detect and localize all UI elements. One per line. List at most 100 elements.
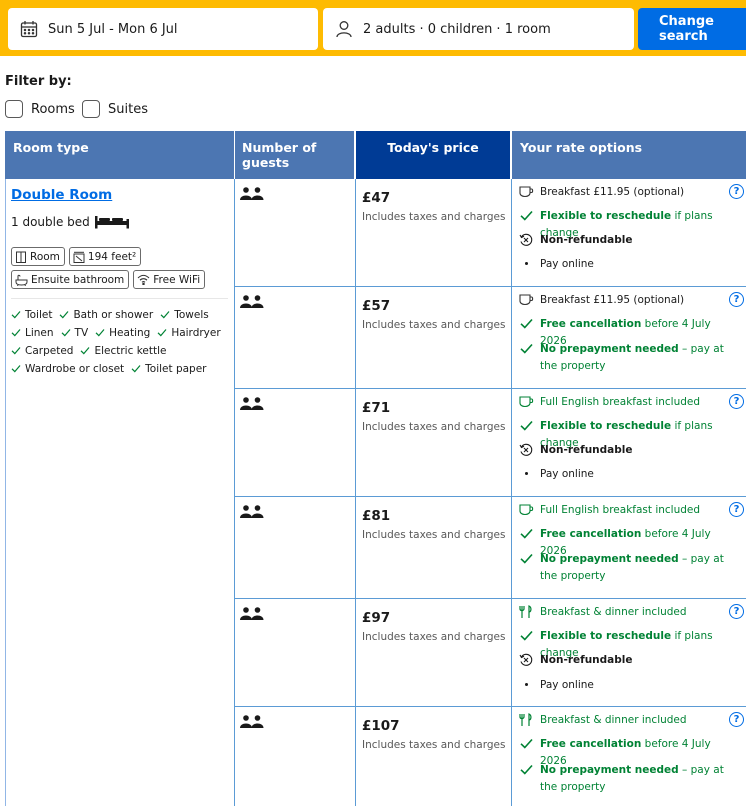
check-icon <box>518 736 534 751</box>
two-guests-icon <box>240 397 264 410</box>
price-cell: £57 Includes taxes and charges <box>356 287 512 388</box>
search-bar: Sun 5 Jul - Mon 6 Jul 2 adults · 0 child… <box>0 0 746 56</box>
guests-cell <box>235 389 356 496</box>
payment-option: Pay online <box>518 466 740 483</box>
meal-option: Breakfast £11.95 (optional) <box>518 292 740 309</box>
rate-options-cell: Breakfast & dinner included ? Free cance… <box>512 707 746 806</box>
check-icon <box>518 316 534 331</box>
rooms-checkbox[interactable] <box>5 100 23 118</box>
table-row: £97 Includes taxes and charges Breakfast… <box>235 599 746 707</box>
amenity-item: Toilet paper <box>131 361 207 376</box>
room-type-cell: Double Room 1 double bed Room 194 feet² … <box>5 179 235 806</box>
bathroom-icon <box>15 274 28 286</box>
chip-free-wifi: Free WiFi <box>133 270 206 289</box>
filter-suites[interactable]: Suites <box>82 100 148 118</box>
coffee-cup-icon <box>518 292 534 307</box>
price-value: £97 <box>362 610 391 626</box>
check-icon <box>518 628 534 643</box>
amenities-list: Toilet Bath or shower Towels Linen TV He… <box>11 307 231 376</box>
price-cell: £47 Includes taxes and charges <box>356 179 512 286</box>
room-name-link[interactable]: Double Room <box>11 187 112 203</box>
date-range-text: Sun 5 Jul - Mon 6 Jul <box>48 21 178 37</box>
price-value: £107 <box>362 718 400 734</box>
person-icon <box>333 18 355 40</box>
check-icon <box>518 551 534 566</box>
chip-free-wifi-label: Free WiFi <box>153 273 201 286</box>
header-rate-options: Your rate options <box>512 131 746 179</box>
cutlery-icon <box>518 712 534 727</box>
check-icon <box>11 347 21 355</box>
date-picker[interactable]: Sun 5 Jul - Mon 6 Jul <box>8 8 318 50</box>
check-icon <box>81 347 90 355</box>
meal-option: Breakfast £11.95 (optional) <box>518 184 740 201</box>
chip-ensuite-bathroom: Ensuite bathroom <box>11 270 130 289</box>
amenity-item: Wardrobe or closet <box>11 361 124 376</box>
door-icon <box>16 251 26 263</box>
bullet-icon <box>518 677 534 692</box>
help-icon[interactable]: ? <box>729 292 744 307</box>
two-guests-icon <box>240 505 264 518</box>
payment-option: Pay online <box>518 677 740 694</box>
refund-option: Non-refundable <box>518 652 740 669</box>
help-icon[interactable]: ? <box>729 184 744 199</box>
payment-option: Pay online <box>518 256 740 273</box>
amenity-item: Linen <box>11 325 54 340</box>
cutlery-icon <box>518 604 534 619</box>
header-todays-price: Today's price <box>356 131 510 179</box>
price-note: Includes taxes and charges <box>362 739 506 751</box>
bed-info: 1 double bed <box>11 215 130 229</box>
header-number-of-guests: Number of guests <box>235 131 354 179</box>
chip-room-size: 194 feet² <box>68 247 142 266</box>
guests-cell <box>235 287 356 388</box>
filter-rooms[interactable]: Rooms <box>5 100 75 118</box>
check-icon <box>11 311 21 319</box>
help-icon[interactable]: ? <box>729 604 744 619</box>
size-icon <box>73 251 85 263</box>
filter-title: Filter by: <box>5 74 72 89</box>
chip-ensuite-bathroom-label: Ensuite bathroom <box>31 273 125 286</box>
chip-room-size-label: 194 feet² <box>87 250 137 263</box>
change-search-button[interactable]: Change search <box>638 8 746 50</box>
check-icon <box>160 311 170 319</box>
amenity-item: Electric kettle <box>80 343 166 358</box>
amenity-item: Bath or shower <box>59 307 153 322</box>
two-guests-icon <box>240 187 264 200</box>
suites-checkbox[interactable] <box>82 100 100 118</box>
table-row: £81 Includes taxes and charges Full Engl… <box>235 497 746 599</box>
coffee-cup-icon <box>518 502 534 517</box>
non-refundable-icon <box>518 442 534 457</box>
payment-option: No prepayment needed – pay at the proper… <box>518 762 740 796</box>
chip-room: Room <box>11 247 65 266</box>
table-row: £57 Includes taxes and charges Breakfast… <box>235 287 746 389</box>
rate-options-cell: Breakfast £11.95 (optional) ? Free cance… <box>512 287 746 388</box>
check-icon <box>11 365 21 373</box>
check-icon <box>60 311 69 319</box>
filter-rooms-label: Rooms <box>31 101 75 117</box>
meal-option: Breakfast & dinner included <box>518 712 740 729</box>
payment-option: No prepayment needed – pay at the proper… <box>518 341 740 375</box>
non-refundable-icon <box>518 232 534 247</box>
meal-option: Breakfast & dinner included <box>518 604 740 621</box>
table-row: £71 Includes taxes and charges Full Engl… <box>235 389 746 497</box>
price-value: £47 <box>362 190 391 206</box>
amenity-item: Toilet <box>11 307 52 322</box>
help-icon[interactable]: ? <box>729 502 744 517</box>
check-icon <box>518 418 534 433</box>
price-value: £71 <box>362 400 391 416</box>
help-icon[interactable]: ? <box>729 394 744 409</box>
two-guests-icon <box>240 715 264 728</box>
check-icon <box>157 329 167 337</box>
guests-cell <box>235 179 356 286</box>
price-cell: £97 Includes taxes and charges <box>356 599 512 706</box>
help-icon[interactable]: ? <box>729 712 744 727</box>
guests-cell <box>235 707 356 806</box>
amenity-item: TV <box>61 325 88 340</box>
price-value: £57 <box>362 298 391 314</box>
header-room-type: Room type <box>5 131 234 179</box>
check-icon <box>518 208 534 223</box>
check-icon <box>61 329 71 337</box>
meal-option: Full English breakfast included <box>518 394 740 411</box>
filter-suites-label: Suites <box>108 101 148 117</box>
price-note: Includes taxes and charges <box>362 529 506 541</box>
guests-picker[interactable]: 2 adults · 0 children · 1 room <box>323 8 634 50</box>
